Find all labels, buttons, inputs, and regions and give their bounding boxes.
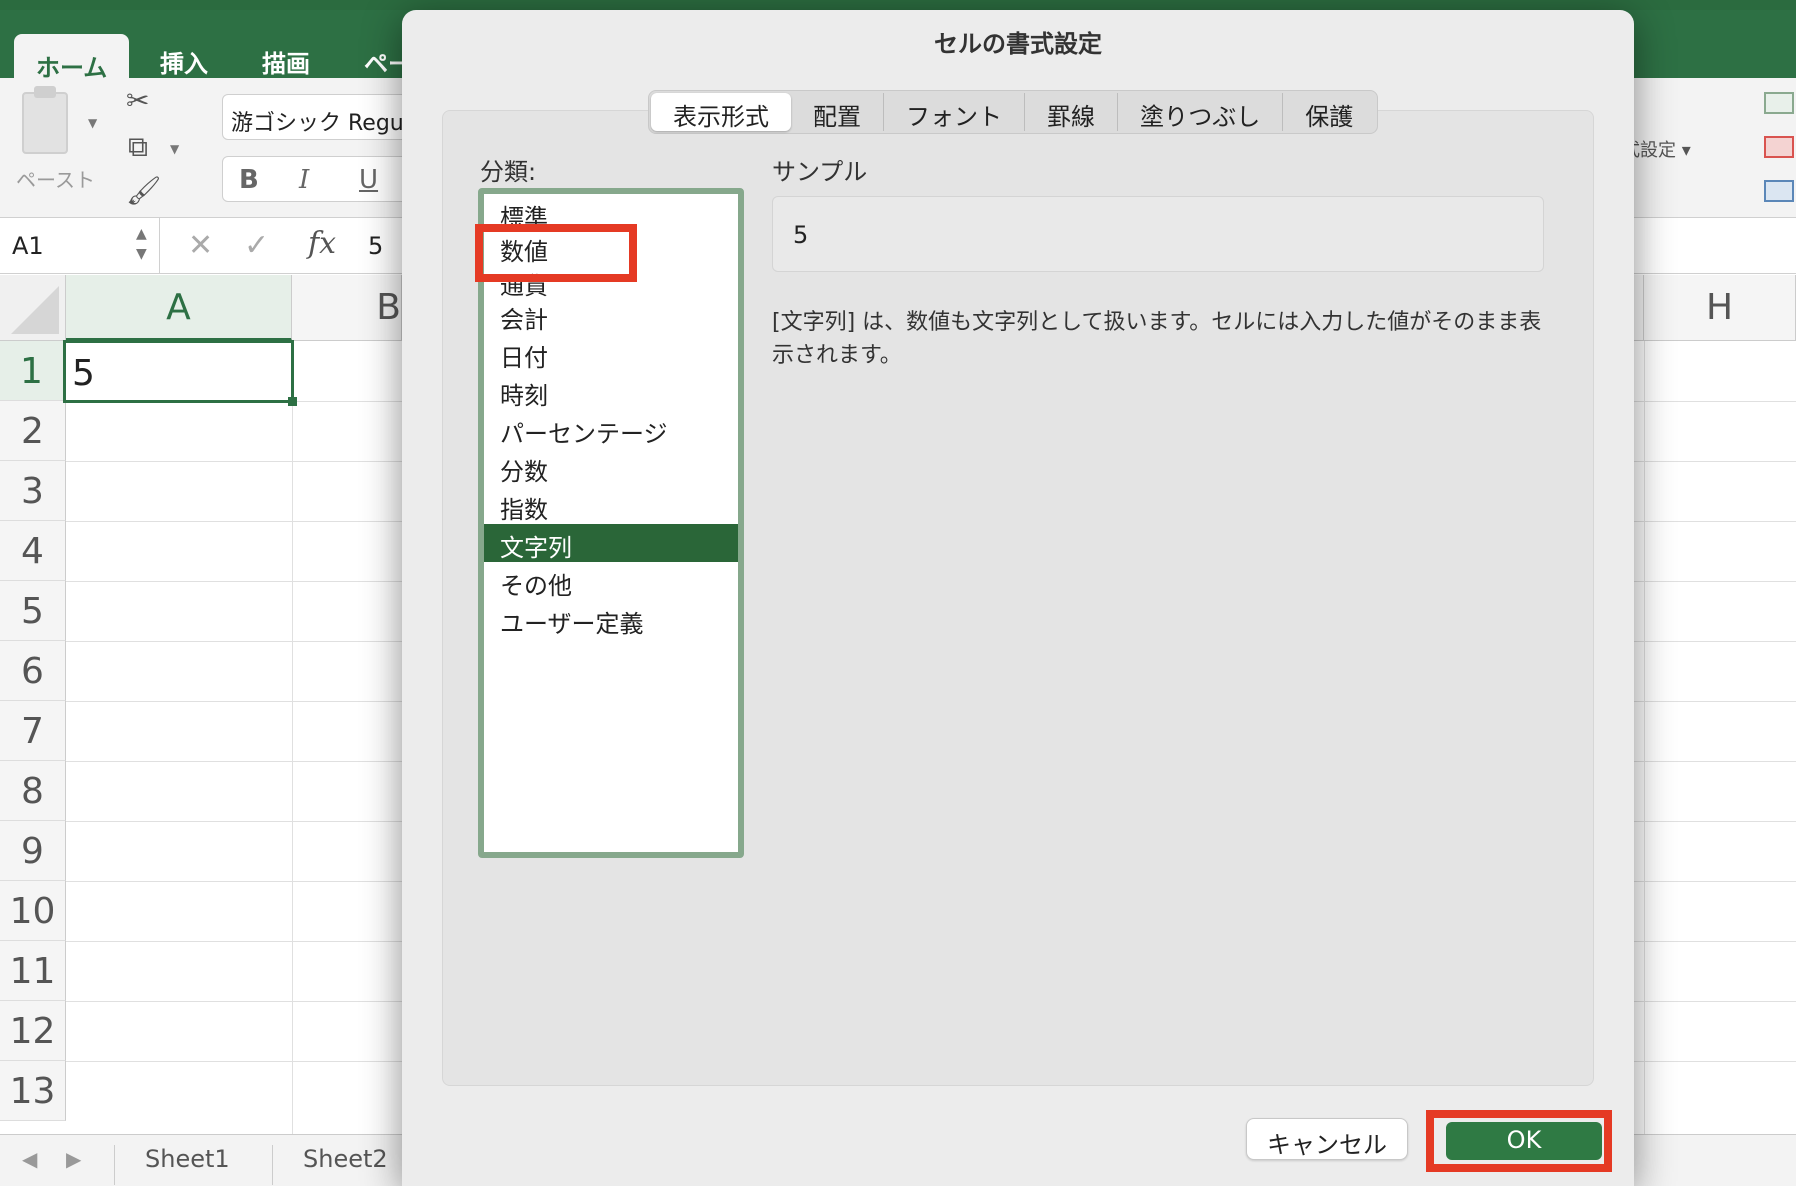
highlight-annotation-ok: OK [1426,1110,1612,1172]
row-header[interactable]: 2 [0,401,66,461]
category-special[interactable]: その他 [484,562,738,600]
cancel-button[interactable]: キャンセル [1246,1118,1408,1160]
category-text[interactable]: 文字列 [484,524,738,562]
category-date[interactable]: 日付 [484,334,738,372]
format-painter-icon[interactable]: 🖌 [126,174,162,207]
tab-protection[interactable]: 保護 [1283,93,1375,131]
tab-fill[interactable]: 塗りつぶし [1118,93,1284,131]
name-box-stepper-icon[interactable]: ▲ ▼ [136,224,147,264]
column-header-h[interactable]: H [1644,275,1796,341]
select-all-corner[interactable] [0,275,66,341]
sheet-prev-icon[interactable]: ◀ [22,1147,37,1171]
category-accounting[interactable]: 会計 [484,296,738,334]
row-header[interactable]: 6 [0,641,66,701]
cell-a1[interactable]: 5 [63,340,297,406]
insert-cells-icon[interactable] [1764,92,1794,114]
font-style-buttons: B I U [222,156,422,202]
cell-reference: A1 [12,232,44,260]
dialog-tabs: 表示形式 配置 フォント 罫線 塗りつぶし 保護 [648,90,1379,134]
name-box[interactable]: A1 ▲ ▼ [0,218,160,274]
copy-dropdown-icon[interactable]: ▼ [170,142,179,156]
sample-label: サンプル [772,158,868,186]
column-header-g[interactable] [1634,275,1644,341]
title-bar [0,0,1796,10]
highlight-annotation-number [475,224,637,282]
row-header[interactable]: 9 [0,821,66,881]
dialog-title: セルの書式設定 [934,30,1102,58]
tab-draw[interactable]: 描画 [262,44,310,79]
category-label: 分類: [480,158,537,186]
row-header[interactable]: 12 [0,1001,66,1061]
row-header[interactable]: 10 [0,881,66,941]
cancel-edit-icon[interactable]: ✕ [188,228,213,263]
sample-preview: 5 [772,196,1544,272]
tab-font[interactable]: フォント [884,93,1025,131]
format-cells-dialog: セルの書式設定 表示形式 配置 フォント 罫線 塗りつぶし 保護 分類: 標準 … [402,10,1634,1186]
row-header[interactable]: 13 [0,1061,66,1121]
category-custom[interactable]: ユーザー定義 [484,600,738,638]
bold-button[interactable]: B [239,165,259,195]
paste-label: ペースト [16,168,95,192]
font-name-field[interactable]: 游ゴシック Regular [222,94,422,140]
row-header[interactable]: 5 [0,581,66,641]
row-header[interactable]: 7 [0,701,66,761]
row-header[interactable]: 11 [0,941,66,1001]
paste-dropdown-icon[interactable]: ▼ [88,116,97,130]
paste-icon[interactable] [22,86,68,154]
row-header[interactable]: 8 [0,761,66,821]
copy-icon[interactable]: ⧉ [128,130,148,164]
sheet-tab-sheet1[interactable]: Sheet1 [114,1145,260,1185]
category-list[interactable]: 標準 数値 通貨 会計 日付 時刻 パーセンテージ 分数 指数 文字列 その他 … [478,188,744,858]
cut-icon[interactable]: ✂ [126,84,149,117]
gridline [292,341,293,1141]
sheet-next-icon[interactable]: ▶ [66,1147,81,1171]
category-scientific[interactable]: 指数 [484,486,738,524]
format-cells-icon[interactable] [1764,180,1794,202]
italic-button[interactable]: I [299,165,309,195]
column-header-b[interactable]: B [292,275,402,341]
delete-cells-icon[interactable] [1764,136,1794,158]
category-fraction[interactable]: 分数 [484,448,738,486]
format-description: [文字列] は、数値も文字列として扱います。セルには入力した値がそのまま表示され… [772,310,1542,368]
ok-button[interactable]: OK [1446,1122,1602,1160]
category-percentage[interactable]: パーセンテージ [484,410,738,448]
tab-number-format[interactable]: 表示形式 [651,93,791,131]
row-header[interactable]: 1 [0,341,66,401]
insert-function-icon[interactable]: fx [308,226,336,261]
underline-button[interactable]: U [359,165,378,195]
row-header[interactable]: 4 [0,521,66,581]
row-header[interactable]: 3 [0,461,66,521]
gridline [1644,341,1645,1141]
column-header-a[interactable]: A [66,275,292,341]
tab-insert[interactable]: 挿入 [160,44,208,79]
sheet-tab-sheet2[interactable]: Sheet2 [272,1145,418,1185]
category-time[interactable]: 時刻 [484,372,738,410]
tab-border[interactable]: 罫線 [1025,93,1118,131]
formula-input[interactable]: 5 [368,232,383,260]
tab-alignment[interactable]: 配置 [791,93,884,131]
confirm-edit-icon[interactable]: ✓ [244,228,269,263]
